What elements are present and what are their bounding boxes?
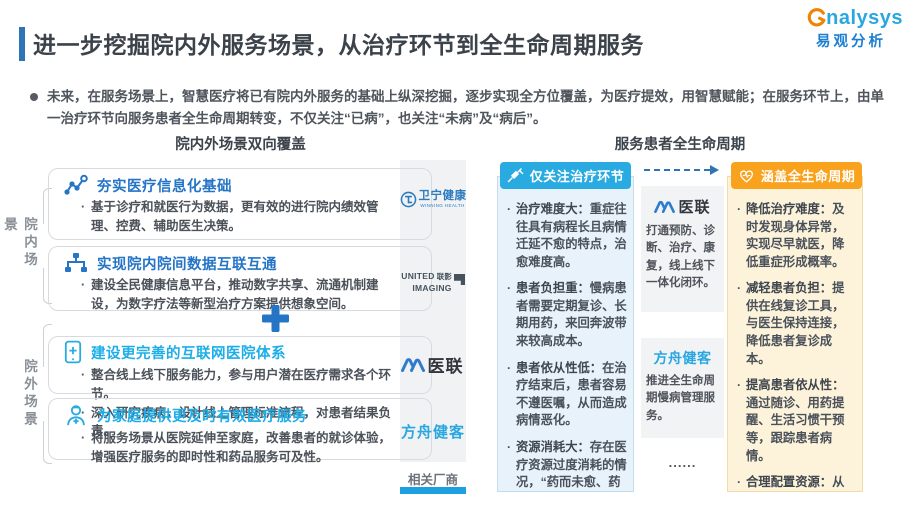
title-accent-bar: [19, 27, 25, 61]
card-title: 为家庭提供更及时有效医疗服务: [97, 405, 307, 426]
item-lead: 减轻患者负担：: [746, 281, 832, 295]
winning-health-name: 卫宁健康: [419, 191, 467, 203]
united-imaging-cn: 联影: [437, 272, 452, 281]
united-imaging-logo: UNITED联影 IMAGING: [399, 266, 467, 293]
pain-point-item: 患者依从性低：在治疗结束后，患者容易不遵医嘱，从而造成病情恶化。: [505, 360, 627, 430]
card-bullet: 基于诊疗和就医行为数据，更有效的进行院内绩效管理、控费、辅助医生决策。: [81, 198, 399, 236]
item-lead: 治疗难度大：: [516, 202, 590, 216]
syringe-icon: [507, 168, 524, 183]
winning-health-sub: WINNING HEALTH: [419, 204, 467, 209]
right-section-heading: 服务患者全生命周期: [497, 133, 863, 154]
heart-pulse-icon: [738, 168, 755, 183]
winning-health-icon: [400, 191, 417, 208]
card-informatization: 夯实医疗信息化基础 基于诊疗和就医行为数据，更有效的进行院内绩效管理、控费、辅助…: [48, 168, 432, 240]
medlinker-mark-icon: [401, 357, 425, 372]
dashed-arrow-icon: [644, 169, 710, 171]
phone-cross-icon: [64, 340, 82, 364]
card-title: 建设更完善的互联网医院体系: [91, 342, 286, 363]
benefit-item: 提高患者依从性： 通过随诊、用药提醒、生活习惯干预等，跟踪患者病情。: [735, 377, 856, 465]
item-lead: 合理配置资源：: [746, 475, 832, 489]
vendor-footer-bar: [400, 487, 466, 494]
card-interconnection: 实现院内院间数据互联互通 建设全民健康信息平台，推动数字共享、流通机制建设，为数…: [48, 246, 432, 311]
card-home-service: 为家庭提供更及时有效医疗服务 将服务场景从医院延伸至家庭，改善患者的就诊体验，增…: [48, 398, 432, 460]
medlinker-name: 医联: [678, 196, 710, 217]
pain-point-item: 治疗难度大：重症往往具有病程长且病情迁延不愈的特点，治愈难度高。: [505, 201, 627, 271]
united-imaging-line1: UNITED: [401, 271, 434, 281]
group-label-in-hospital: 院内场景: [0, 217, 39, 275]
pain-point-item: 患者负担重：慢病患者需要定期复诊、长期用药，来回奔波带来较高成本。: [505, 280, 627, 350]
medlinker-mark-icon: [654, 200, 675, 213]
item-lead: 降低治疗难度：: [746, 202, 832, 216]
card-title: 夯实医疗信息化基础: [97, 175, 232, 196]
fangzhou-name: 方舟健客: [646, 348, 719, 368]
vendor-description: 推进全生命周期慢病管理服务。: [646, 373, 719, 425]
plus-icon: [259, 304, 292, 338]
item-lead: 资源消耗大：: [516, 440, 590, 454]
card-bullet: 将服务场景从医院延伸至家庭，改善患者的就诊体验，增强医疗服务的即时性和药品服务可…: [81, 429, 399, 467]
fangzhou-logo: 方舟健客: [399, 421, 467, 442]
ellipsis-more: ......: [641, 455, 724, 470]
middle-vendor-medlinker: 医联 打通预防、诊断、治疗、康复，线上线下一体化闭环。: [641, 186, 724, 312]
pain-point-item: 资源消耗大：存在医疗资源过度消耗的情况，“药而未愈、药而未控”。: [505, 439, 627, 492]
benefit-item: 减轻患者负担：提供在线复诊工具，与医生保持连接，降低患者复诊成本。: [735, 280, 856, 368]
analysys-brand-text: nalysys: [826, 8, 903, 28]
item-text: 通过随诊、用药提醒、生活习惯干预等，跟踪患者病情。: [746, 396, 844, 463]
card-title: 实现院内院间数据互联互通: [97, 253, 277, 274]
vendor-description: 打通预防、诊断、治疗、康复，线上线下一体化闭环。: [646, 223, 719, 292]
intro-paragraph: 未来，在服务场景上，智慧医疗将已有院内外服务的基础上纵深挖掘，逐步实现全方位覆盖…: [30, 86, 894, 131]
left-section-heading: 院内外场景双向覆盖: [48, 133, 433, 154]
benefit-item: 降低治疗难度：及时发现身体异常，实现尽早就医，降低重症形成概率。: [735, 201, 856, 271]
card-internet-hospital: 建设更完善的互联网医院体系 整合线上线下服务能力，参与用户潜在医疗需求各个环节。…: [48, 336, 432, 394]
item-lead: 患者依从性低：: [516, 361, 602, 375]
analysys-logo: nalysys 易观分析: [799, 8, 903, 51]
hierarchy-icon: [64, 252, 88, 274]
intro-text: 未来，在服务场景上，智慧医疗将已有院内外服务的基础上纵深挖掘，逐步实现全方位覆盖…: [47, 86, 894, 131]
item-lead: 患者负担重：: [516, 281, 590, 295]
trend-nodes-icon: [64, 174, 88, 196]
analysys-cn-text: 易观分析: [799, 30, 903, 51]
panel-treatment-only: 治疗难度大：重症往往具有病程长且病情迁延不愈的特点，治愈难度高。 患者负担重：慢…: [497, 176, 634, 492]
winning-health-logo: 卫宁健康 WINNING HEALTH: [399, 191, 467, 208]
page-title: 进一步挖掘院内外服务场景，从治疗环节到全生命周期服务: [33, 26, 644, 60]
group-label-out-hospital: 院外场景: [19, 359, 39, 429]
badge-label: 仅关注治疗环节: [530, 166, 625, 185]
badge-treatment-only: 仅关注治疗环节: [500, 162, 631, 189]
middle-vendor-fangzhou: 方舟健客 推进全生命周期慢病管理服务。: [641, 338, 724, 438]
united-imaging-mark-icon: [454, 274, 465, 285]
united-imaging-line2: IMAGING: [401, 284, 451, 293]
benefit-item: 合理配置资源：从预防端和康复端减轻治疗端压力，更有效地调配医疗资源。: [735, 474, 856, 492]
badge-full-lifecycle: 涵盖全生命周期: [731, 162, 862, 189]
medlinker-name: 医联: [428, 352, 464, 377]
bullet-dot-icon: [30, 93, 38, 101]
panel-full-lifecycle: 降低治疗难度：及时发现身体异常，实现尽早就医，降低重症形成概率。 减轻患者负担：…: [727, 176, 863, 492]
vendor-footer-label: 相关厂商: [400, 469, 466, 488]
doctor-icon: [64, 403, 88, 427]
badge-label: 涵盖全生命周期: [761, 166, 856, 185]
medlinker-logo: 医联: [396, 352, 468, 377]
card-bullet: 建设全民健康信息平台，推动数字共享、流通机制建设，为数字疗法等新型治疗方案提供想…: [81, 276, 399, 314]
analysys-swirl-icon: [806, 8, 826, 28]
item-lead: 提高患者依从性：: [746, 378, 844, 392]
